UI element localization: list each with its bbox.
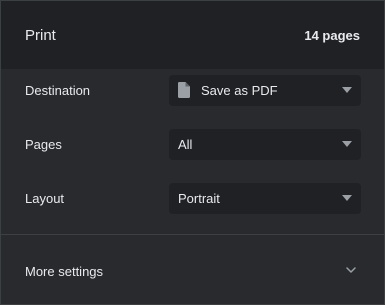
dropdown-arrow-icon <box>342 141 352 147</box>
dropdown-arrow-icon <box>342 195 352 201</box>
print-dialog: Print 14 pages Destination Save as PDF P… <box>0 0 385 305</box>
dropdown-arrow-icon <box>342 87 352 93</box>
layout-value: Portrait <box>178 191 220 206</box>
dialog-title: Print <box>25 27 56 44</box>
layout-label: Layout <box>25 191 65 206</box>
more-settings-label: More settings <box>25 264 104 279</box>
chevron-down-icon <box>346 267 356 273</box>
document-icon <box>178 82 190 98</box>
pages-select[interactable]: All <box>169 129 361 160</box>
destination-label: Destination <box>25 83 91 98</box>
pages-label: Pages <box>25 137 62 152</box>
pages-value: All <box>178 137 193 152</box>
destination-select[interactable]: Save as PDF <box>169 75 361 106</box>
print-header: Print 14 pages <box>1 1 384 69</box>
settings-section: Destination Save as PDF Pages All Layout… <box>1 69 384 234</box>
destination-value: Save as PDF <box>201 83 278 98</box>
more-settings-toggle[interactable]: More settings <box>1 235 384 304</box>
layout-select[interactable]: Portrait <box>169 183 361 214</box>
page-count: 14 pages <box>304 28 360 43</box>
